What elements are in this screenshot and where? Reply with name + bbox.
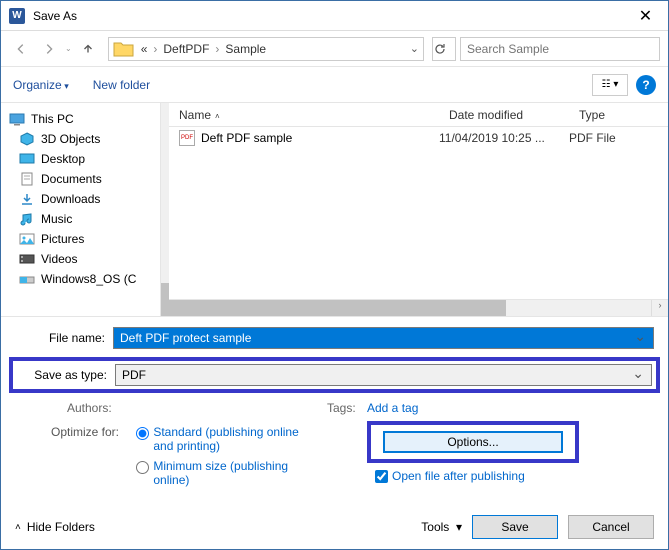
tree-videos[interactable]: Videos <box>1 249 160 269</box>
breadcrumb-root[interactable]: « <box>139 42 150 56</box>
tree-desktop[interactable]: Desktop <box>1 149 160 169</box>
tree-item-label: Music <box>41 212 72 226</box>
toolbar: Organize New folder ☷ ▾ ? <box>1 67 668 103</box>
tree-pictures[interactable]: Pictures <box>1 229 160 249</box>
optimize-label: Optimize for: <box>51 425 133 439</box>
view-options-button[interactable]: ☷ ▾ <box>592 74 628 96</box>
chevron-right-icon: › <box>153 42 157 56</box>
new-folder-button[interactable]: New folder <box>93 78 150 92</box>
file-name-cell: Deft PDF sample <box>201 131 292 145</box>
forward-button[interactable] <box>37 37 61 61</box>
tools-menu[interactable]: Tools ▾ <box>421 520 462 534</box>
optimize-minimum-radio[interactable]: Minimum size (publishing online) <box>136 459 313 487</box>
breadcrumb-item-2[interactable]: Sample <box>223 42 268 56</box>
file-list-hscroll[interactable]: › <box>169 299 668 316</box>
tree-3d-objects[interactable]: 3D Objects <box>1 129 160 149</box>
breadcrumb-item-1[interactable]: DeftPDF <box>161 42 211 56</box>
file-date-cell: 11/04/2019 10:25 ... <box>439 131 569 145</box>
tree-this-pc-label: This PC <box>31 112 74 126</box>
hide-folders-button[interactable]: ˄ Hide Folders <box>15 520 95 534</box>
folder-icon <box>113 40 135 58</box>
titlebar: W Save As ✕ <box>1 1 668 31</box>
saveastype-combo[interactable] <box>115 364 652 386</box>
tags-add-link[interactable]: Add a tag <box>367 401 418 415</box>
hide-folders-label: Hide Folders <box>27 520 95 534</box>
pdf-file-icon: PDF <box>179 130 195 146</box>
tree-downloads[interactable]: Downloads <box>1 189 160 209</box>
tree-documents[interactable]: Documents <box>1 169 160 189</box>
chevron-right-icon: › <box>215 42 219 56</box>
file-type-cell: PDF File <box>569 131 616 145</box>
search-input[interactable] <box>460 37 660 61</box>
column-date-modified[interactable]: Date modified <box>439 108 569 122</box>
filename-input[interactable] <box>113 327 654 349</box>
tree-item-label: Windows8_OS (C <box>41 272 136 286</box>
sidebar: This PC 3D Objects Desktop Documents Dow… <box>1 103 161 316</box>
breadcrumb[interactable]: « › DeftPDF › Sample ⌄ <box>108 37 424 61</box>
tree-item-label: Desktop <box>41 152 85 166</box>
open-after-publishing-checkbox[interactable]: Open file after publishing <box>375 469 654 483</box>
sidebar-scrollbar[interactable] <box>161 103 169 316</box>
optimize-standard-label: Standard (publishing online and printing… <box>153 425 313 453</box>
file-row[interactable]: PDF Deft PDF sample 11/04/2019 10:25 ...… <box>169 127 668 149</box>
breadcrumb-dropdown-icon[interactable]: ⌄ <box>410 42 419 55</box>
sort-asc-icon: ˄ <box>215 112 220 121</box>
open-after-publishing-label: Open file after publishing <box>392 469 525 483</box>
cancel-button[interactable]: Cancel <box>568 515 654 539</box>
filename-label: File name: <box>15 331 113 345</box>
back-button[interactable] <box>9 37 33 61</box>
navbar: ⌄ « › DeftPDF › Sample ⌄ <box>1 31 668 67</box>
optimize-minimum-label: Minimum size (publishing online) <box>153 459 313 487</box>
file-list: Name˄ Date modified Type PDF Deft PDF sa… <box>169 103 668 316</box>
tree-drive-c[interactable]: Windows8_OS (C <box>1 269 160 289</box>
help-button[interactable]: ? <box>636 75 656 95</box>
tree-this-pc[interactable]: This PC <box>1 109 160 129</box>
close-button[interactable]: ✕ <box>623 1 668 31</box>
tree-music[interactable]: Music <box>1 209 160 229</box>
tree-item-label: 3D Objects <box>41 132 100 146</box>
window-title: Save As <box>33 9 77 23</box>
saveastype-label: Save as type: <box>17 368 115 382</box>
column-type[interactable]: Type <box>569 108 668 122</box>
tree-item-label: Downloads <box>41 192 100 206</box>
organize-menu[interactable]: Organize <box>13 78 69 92</box>
word-icon: W <box>9 8 25 24</box>
tree-item-label: Videos <box>41 252 77 266</box>
tree-item-label: Pictures <box>41 232 84 246</box>
authors-label: Authors: <box>67 401 123 415</box>
chevron-up-icon: ˄ <box>15 522 21 533</box>
footer: ˄ Hide Folders Tools ▾ Save Cancel <box>1 505 668 549</box>
tags-label: Tags: <box>327 401 359 415</box>
column-name[interactable]: Name˄ <box>169 108 439 122</box>
column-headers: Name˄ Date modified Type <box>169 103 668 127</box>
tree-item-label: Documents <box>41 172 102 186</box>
up-button[interactable] <box>76 37 100 61</box>
save-panel: File name: Save as type: Authors: Tags: … <box>1 316 668 505</box>
refresh-button[interactable] <box>432 37 456 61</box>
options-button[interactable]: Options... <box>383 431 563 453</box>
optimize-standard-radio[interactable]: Standard (publishing online and printing… <box>136 425 313 453</box>
history-dropdown-icon[interactable]: ⌄ <box>65 44 72 53</box>
save-button[interactable]: Save <box>472 515 558 539</box>
